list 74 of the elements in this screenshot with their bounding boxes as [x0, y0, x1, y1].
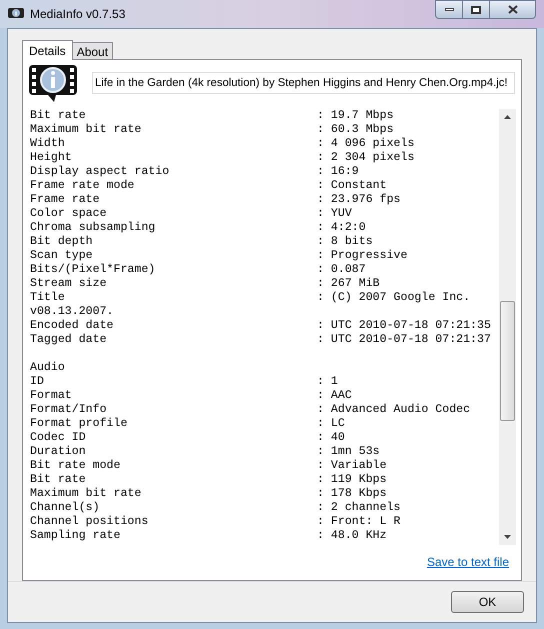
- info-label: Scan type: [30, 249, 94, 263]
- info-label: Chroma subsampling: [30, 221, 156, 235]
- close-icon: [508, 5, 518, 14]
- info-text: Audio: [30, 361, 65, 375]
- ok-button[interactable]: OK: [451, 591, 524, 613]
- app-icon: [8, 7, 24, 21]
- info-value: : Progressive: [317, 249, 408, 263]
- info-label: Frame rate mode: [30, 179, 136, 193]
- info-label: Display aspect ratio: [30, 165, 170, 179]
- info-value: : UTC 2010-07-18 07:21:35: [317, 319, 491, 333]
- window-title: MediaInfo v0.7.53: [30, 6, 126, 23]
- info-label: Maximum bit rate: [30, 487, 142, 501]
- scroll-down-icon[interactable]: [504, 535, 511, 539]
- info-value: : 16:9: [317, 165, 359, 179]
- info-label: Title: [30, 291, 66, 305]
- info-label: Width: [30, 137, 66, 151]
- info-value: : 4:2:0: [317, 221, 366, 235]
- scrollbar[interactable]: [499, 109, 516, 545]
- info-value: : 48.0 KHz: [317, 529, 387, 543]
- info-label: Format/Info: [30, 403, 108, 417]
- info-value: : 0.087: [317, 263, 366, 277]
- info-label: Bit rate: [30, 109, 87, 123]
- info-value: : 4 096 pixels: [317, 137, 414, 151]
- info-film-icon: [28, 63, 78, 103]
- info-value: : Front: L R: [317, 515, 400, 529]
- info-label: Codec ID: [30, 431, 87, 445]
- info-value: : 119 Kbps: [317, 473, 387, 487]
- info-value: : UTC 2010-07-18 07:21:37: [317, 333, 491, 347]
- info-value: : (C) 2007 Google Inc.: [317, 291, 470, 305]
- info-value: : 60.3 Mbps: [317, 123, 394, 137]
- info-value: : 23.976 fps: [317, 193, 400, 207]
- maximize-button[interactable]: [463, 0, 490, 19]
- scrollbar-thumb[interactable]: [500, 301, 515, 421]
- info-label: Sampling rate: [30, 529, 122, 543]
- info-label: Bit rate mode: [30, 459, 122, 473]
- close-button[interactable]: [490, 0, 536, 19]
- info-label: Bit rate: [30, 473, 87, 487]
- info-label: Maximum bit rate: [30, 123, 142, 137]
- info-label: Height: [30, 151, 73, 165]
- info-value: : LC: [317, 417, 345, 431]
- info-label: ID: [30, 375, 45, 389]
- info-value: : 178 Kbps: [317, 487, 387, 501]
- info-label: Tagged date: [30, 333, 108, 347]
- info-text: v08.13.2007.: [30, 305, 114, 319]
- info-label: Frame rate: [30, 193, 101, 207]
- tab[interactable]: About: [72, 42, 114, 59]
- info-value: : AAC: [317, 389, 352, 403]
- info-value: : 8 bits: [317, 235, 373, 249]
- info-value: : Constant: [317, 179, 387, 193]
- info-label: Stream size: [30, 277, 108, 291]
- info-label: Bits/(Pixel*Frame): [30, 263, 156, 277]
- info-label: Encoded date: [30, 319, 114, 333]
- save-to-text-file-link[interactable]: Save to text file: [426, 553, 509, 571]
- file-name-field[interactable]: Life in the Garden (4k resolution) by Stephen Higgins and Henry Chen.Org.mp4.jc!: [92, 72, 515, 94]
- info-value: : 2 304 pixels: [317, 151, 414, 165]
- info-value: : YUV: [317, 207, 352, 221]
- info-value: : 19.7 Mbps: [317, 109, 394, 123]
- info-value: : 1: [317, 375, 338, 389]
- info-label: Format: [30, 389, 73, 403]
- tab[interactable]: Details: [22, 40, 73, 60]
- info-value: : 40: [317, 431, 345, 445]
- info-label: Duration: [30, 445, 87, 459]
- info-label: Format profile: [30, 417, 128, 431]
- info-value: : Advanced Audio Codec: [317, 403, 470, 417]
- info-value: : Variable: [317, 459, 387, 473]
- info-value: : 267 MiB: [317, 277, 380, 291]
- info-label: Bit depth: [30, 235, 94, 249]
- info-label: Channel(s): [30, 501, 101, 515]
- scroll-up-icon[interactable]: [504, 115, 511, 119]
- minimize-button[interactable]: [435, 0, 463, 19]
- info-value: : 2 channels: [317, 501, 400, 515]
- info-value: : 1mn 53s: [317, 445, 380, 459]
- info-label: Color space: [30, 207, 108, 221]
- info-label: Channel positions: [30, 515, 150, 529]
